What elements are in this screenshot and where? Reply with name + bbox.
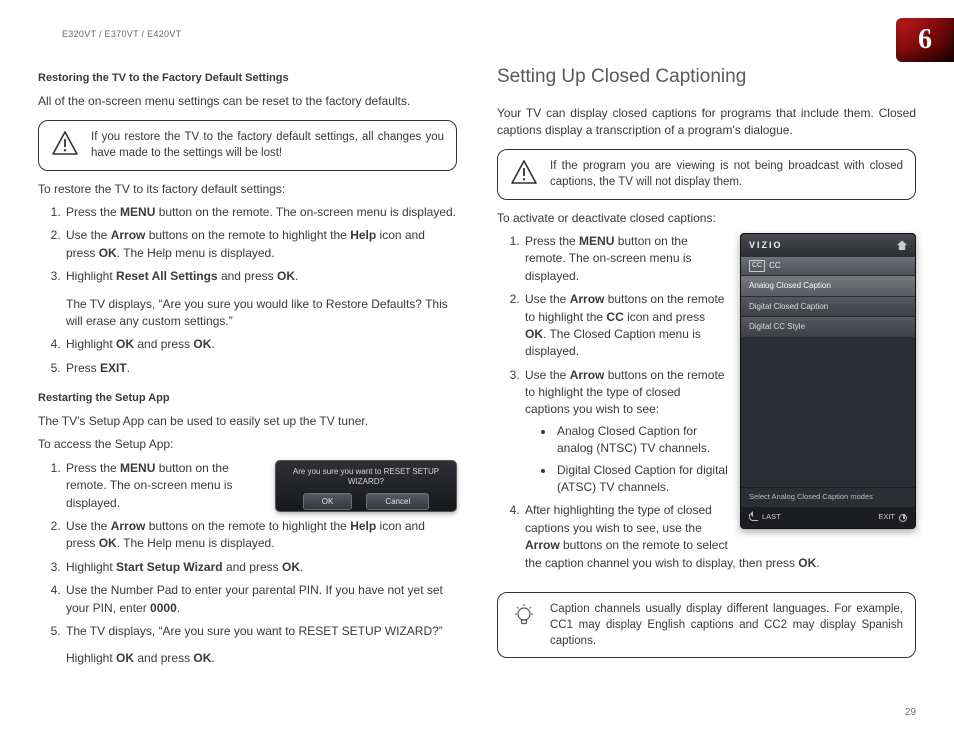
- warning-icon: [510, 160, 538, 184]
- step: Use the Arrow buttons on the remote to h…: [64, 227, 457, 262]
- text: The TV's Setup App can be used to easily…: [38, 413, 457, 430]
- heading-restart: Restarting the Setup App: [38, 391, 457, 407]
- heading-restore: Restoring the TV to the Factory Default …: [38, 71, 457, 87]
- restore-steps: Press the MENU button on the remote. The…: [38, 204, 457, 377]
- step: Use the Arrow buttons on the remote to h…: [64, 518, 457, 553]
- manual-page: E320VT / E370VT / E420VT 6 Restoring the…: [0, 0, 954, 738]
- tv-brand: VIZIO: [749, 239, 783, 252]
- tv-menu-cc: VIZIO CCCC Analog Closed Caption Digital…: [740, 233, 916, 529]
- sub-text: The TV displays, “Are you sure you would…: [66, 296, 457, 331]
- tv-menu-footer-message: Select Analog Closed Caption modes: [741, 487, 915, 507]
- dialog-question: Are you sure you want to RESET SETUPWIZA…: [282, 467, 450, 488]
- heading-closed-captioning: Setting Up Closed Captioning: [497, 63, 916, 91]
- tv-menu-nav: LAST EXIT: [741, 507, 915, 528]
- chapter-number: 6: [918, 20, 932, 61]
- step: Press the MENU button on the remote. The…: [64, 204, 457, 221]
- text: Your TV can display closed captions for …: [497, 105, 916, 140]
- header-model-line: E320VT / E370VT / E420VT: [62, 28, 916, 41]
- lightbulb-icon: [510, 603, 538, 629]
- step: Press EXIT.: [64, 360, 457, 377]
- step: Highlight Reset All Settings and press O…: [64, 268, 457, 330]
- exit-icon: [899, 514, 907, 522]
- cc-icon: CC: [749, 260, 765, 272]
- step: Highlight Start Setup Wizard and press O…: [64, 559, 457, 576]
- warning-callout-cc: If the program you are viewing is not be…: [497, 149, 916, 199]
- tv-menu-row-digital-cc[interactable]: Digital Closed Caption: [741, 296, 915, 317]
- home-icon[interactable]: [897, 240, 907, 250]
- text: All of the on-screen menu settings can b…: [38, 93, 457, 110]
- text: To activate or deactivate closed caption…: [497, 210, 916, 227]
- sub-text: Highlight OK and press OK.: [66, 650, 457, 667]
- tv-nav-last[interactable]: LAST: [749, 512, 781, 523]
- right-column: Setting Up Closed Captioning Your TV can…: [497, 57, 916, 678]
- page-number: 29: [905, 706, 916, 721]
- tv-nav-exit[interactable]: EXIT: [878, 512, 907, 523]
- text: To access the Setup App:: [38, 436, 457, 453]
- warning-callout-restore: If you restore the TV to the factory def…: [38, 120, 457, 170]
- tv-breadcrumb: CCCC: [741, 257, 915, 275]
- chapter-tab: 6: [896, 18, 954, 62]
- step: Highlight OK and press OK.: [64, 336, 457, 353]
- warning-icon: [51, 131, 79, 155]
- text: To restore the TV to its factory default…: [38, 181, 457, 198]
- back-icon: [749, 514, 758, 521]
- step: Use the Number Pad to enter your parenta…: [64, 582, 457, 617]
- tv-menu-row-digital-cc-style[interactable]: Digital CC Style: [741, 316, 915, 337]
- tv-dialog-reset-setup: Are you sure you want to RESET SETUPWIZA…: [275, 460, 457, 512]
- warning-text: If the program you are viewing is not be…: [550, 158, 903, 190]
- warning-text: If you restore the TV to the factory def…: [91, 129, 444, 161]
- dialog-ok-button[interactable]: OK: [303, 493, 353, 511]
- tv-menu-header: VIZIO: [741, 234, 915, 257]
- tv-menu-row-analog-cc[interactable]: Analog Closed Caption: [741, 275, 915, 296]
- left-column: Restoring the TV to the Factory Default …: [38, 57, 457, 678]
- tip-text: Caption channels usually display differe…: [550, 601, 903, 649]
- step: The TV displays, “Are you sure you want …: [64, 623, 457, 668]
- tip-callout-cc: Caption channels usually display differe…: [497, 592, 916, 658]
- dialog-cancel-button[interactable]: Cancel: [366, 493, 429, 511]
